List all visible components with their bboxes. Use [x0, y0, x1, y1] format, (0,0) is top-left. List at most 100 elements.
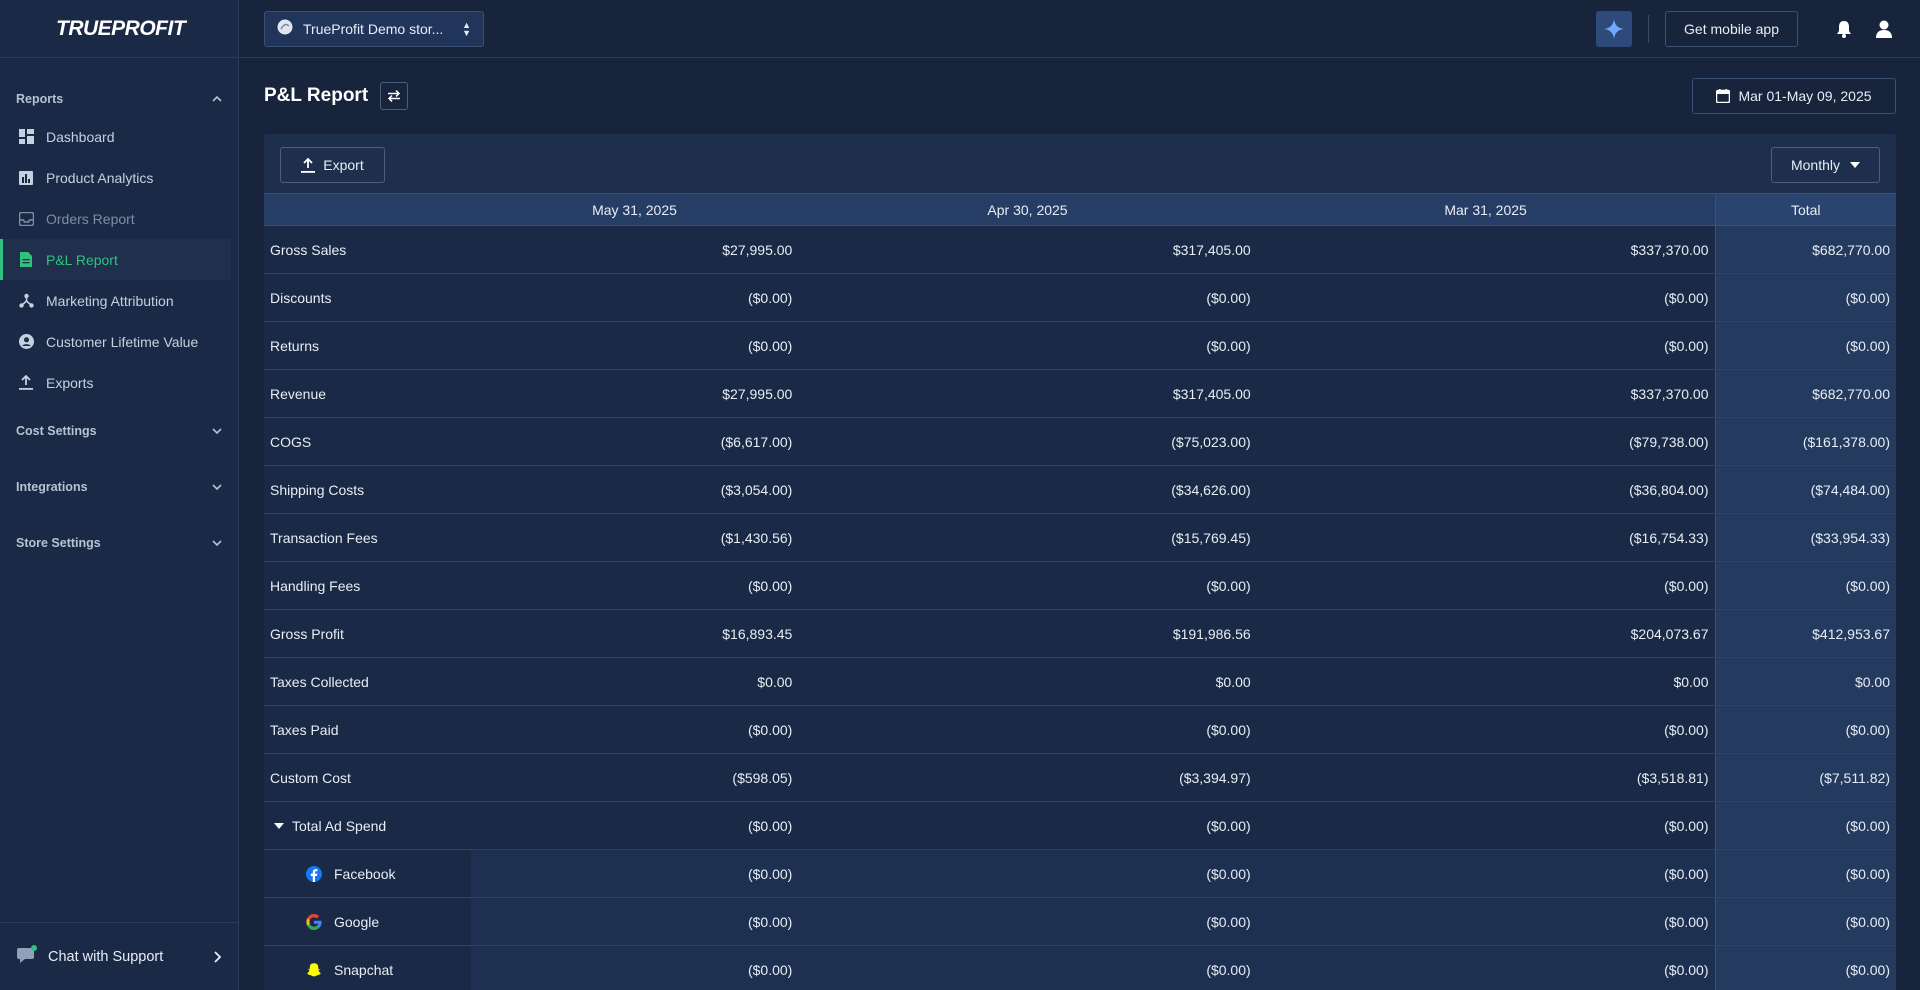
cell-value: ($34,626.00)	[798, 465, 1257, 514]
store-selector[interactable]: TrueProfit Demo stor... ▲ ▼	[264, 10, 484, 47]
table-row: Custom Cost ($598.05) ($3,394.97) ($3,518.8…	[264, 753, 1896, 802]
table-row: Gross Sales $27,995.00 $317,405.00 $337,370…	[264, 225, 1896, 274]
sidebar-item-label: Dashboard	[46, 128, 115, 145]
divider	[1648, 14, 1650, 43]
period-label: Monthly	[1790, 157, 1841, 173]
topbar: TrueProfit Demo stor... ▲ ▼ Get mobile ap…	[240, 0, 1920, 58]
total-ad-spend-row[interactable]: Total Ad Spend ($0.00) ($0.00) ($0.00) ($0.0…	[264, 801, 1896, 850]
cell-value: ($0.00)	[798, 801, 1257, 850]
export-button[interactable]: Export	[280, 147, 385, 183]
sidebar-item-dashboard[interactable]: Dashboard	[0, 116, 231, 157]
bar-chart-icon	[18, 170, 34, 186]
sidebar-item-label: Product Analytics	[46, 169, 154, 186]
cell-value: $0.00	[798, 657, 1257, 706]
table-row: COGS ($6,617.00) ($75,023.00) ($79,738.00)(…	[264, 417, 1896, 466]
chat-with-support-button[interactable]: Chat with Support	[0, 922, 239, 990]
pl-report-card: Export Monthly May 31, 2025 Apr 30, 2025…	[264, 134, 1896, 990]
caret-down-icon	[274, 822, 284, 829]
notifications-button[interactable]	[1832, 17, 1856, 41]
ad-channel-label: Facebook	[306, 865, 471, 882]
row-label-text: Total Ad Spend	[292, 817, 387, 834]
integrations-section-header[interactable]: Integrations	[0, 459, 238, 515]
row-label: Total Ad Spend	[264, 801, 471, 850]
logo-text: TRUEPROFIT	[56, 16, 186, 40]
column-header[interactable]: Apr 30, 2025	[798, 193, 1257, 226]
row-label: Taxes Paid	[264, 705, 471, 754]
document-icon	[18, 252, 34, 268]
cell-value: ($0.00)	[1256, 945, 1715, 990]
chevron-down-icon	[212, 428, 222, 435]
column-header-total[interactable]: Total	[1714, 193, 1896, 226]
cost-settings-label: Cost Settings	[16, 424, 97, 438]
cell-value: ($3,394.97)	[798, 753, 1257, 802]
cell-value: $191,986.56	[798, 609, 1257, 658]
ad-channel-name: Snapchat	[334, 961, 394, 978]
column-header[interactable]: May 31, 2025	[470, 193, 799, 226]
google-icon	[306, 913, 322, 930]
chat-icon	[16, 944, 38, 970]
reports-section-header[interactable]: Reports	[0, 82, 238, 116]
cell-total: ($0.00)	[1714, 801, 1896, 850]
upload-icon	[18, 375, 34, 391]
row-label: COGS	[264, 417, 471, 466]
ad-channel-name: Facebook	[334, 865, 396, 882]
column-header[interactable]: Mar 31, 2025	[1256, 193, 1715, 226]
table-row: Gross Profit $16,893.45 $191,986.56 $204,07…	[264, 609, 1896, 658]
row-label: Returns	[264, 321, 471, 370]
cell-value: ($0.00)	[798, 273, 1257, 322]
snapchat-icon	[306, 962, 322, 978]
cell-value: ($0.00)	[798, 897, 1257, 946]
cell-total: ($33,954.33)	[1714, 513, 1896, 562]
cell-value: ($0.00)	[1256, 849, 1715, 898]
get-mobile-app-button[interactable]: Get mobile app	[1665, 10, 1798, 47]
cell-total: $682,770.00	[1714, 369, 1896, 418]
cell-value: ($79,738.00)	[1256, 417, 1715, 466]
cell-total: ($0.00)	[1714, 849, 1896, 898]
sidebar: TRUEPROFIT Reports Dashboard Product Ana…	[0, 0, 239, 990]
cell-value: ($6,617.00)	[470, 417, 799, 466]
sidebar-item-orders-report[interactable]: Orders Report	[0, 198, 231, 239]
ad-spend-toggle[interactable]: Total Ad Spend	[270, 818, 471, 834]
cost-settings-section-header[interactable]: Cost Settings	[0, 403, 238, 459]
dashboard-icon	[18, 129, 34, 145]
table-row: Handling Fees ($0.00) ($0.00) ($0.00) ($0.00…	[264, 561, 1896, 610]
cell-value: $27,995.00	[470, 369, 799, 418]
row-label: Snapchat	[264, 945, 471, 990]
get-mobile-app-label: Get mobile app	[1684, 20, 1779, 37]
period-dropdown[interactable]: Monthly	[1771, 147, 1880, 183]
row-label: Revenue	[264, 369, 471, 418]
cell-total: ($0.00)	[1714, 897, 1896, 946]
page-title-text: P&L Report	[264, 85, 369, 106]
cell-value: ($16,754.33)	[1256, 513, 1715, 562]
reports-section-label: Reports	[16, 92, 64, 106]
ai-assistant-button[interactable]	[1596, 10, 1633, 47]
date-range-picker[interactable]: Mar 01-May 09, 2025	[1692, 78, 1896, 114]
store-name: TrueProfit Demo stor...	[303, 20, 444, 37]
sidebar-item-label: Customer Lifetime Value	[46, 333, 199, 350]
sidebar-item-label: Orders Report	[46, 210, 135, 227]
sidebar-item-product-analytics[interactable]: Product Analytics	[0, 157, 231, 198]
trueprofit-logo[interactable]: TRUEPROFIT	[0, 0, 238, 58]
sidebar-item-exports[interactable]: Exports	[0, 362, 231, 403]
bell-icon	[1837, 20, 1851, 38]
sidebar-item-pl-report[interactable]: P&L Report	[0, 239, 231, 280]
column-header-label	[264, 193, 471, 226]
integrations-label: Integrations	[16, 480, 88, 494]
switch-view-button[interactable]	[380, 82, 409, 110]
chevron-right-icon	[214, 950, 222, 963]
user-icon	[1876, 20, 1892, 38]
store-settings-section-header[interactable]: Store Settings	[0, 515, 238, 571]
user-menu-button[interactable]	[1872, 17, 1896, 41]
ad-channel-label: Google	[306, 913, 471, 930]
cell-value: $204,073.67	[1256, 609, 1715, 658]
cell-value: ($3,518.81)	[1256, 753, 1715, 802]
row-label: Google	[264, 897, 471, 946]
cell-value: $0.00	[470, 657, 799, 706]
row-label: Gross Profit	[264, 609, 471, 658]
cell-value: ($0.00)	[798, 561, 1257, 610]
sidebar-item-marketing-attribution[interactable]: Marketing Attribution	[0, 280, 231, 321]
cell-value: ($0.00)	[470, 561, 799, 610]
chevron-up-icon	[212, 95, 222, 102]
row-label: Transaction Fees	[264, 513, 471, 562]
sidebar-item-customer-lifetime-value[interactable]: Customer Lifetime Value	[0, 321, 231, 362]
